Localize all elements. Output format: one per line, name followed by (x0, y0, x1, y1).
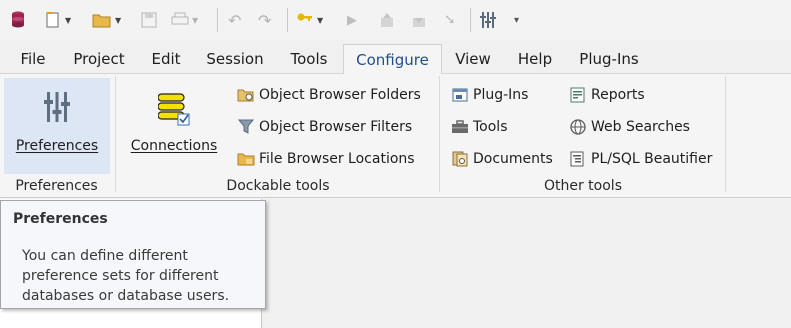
tooltip-line: preference sets for different (22, 268, 219, 284)
preferences-tooltip: Preferences You can define different pre… (0, 200, 266, 309)
plug-ins-button[interactable]: Plug-Ins (451, 83, 528, 107)
object-browser-filters-button[interactable]: Object Browser Filters (237, 115, 412, 139)
object-browser-folders-label: Object Browser Folders (259, 87, 421, 103)
group-separator (725, 76, 726, 192)
preferences-icon (44, 92, 70, 122)
chevron-down-icon[interactable]: ▼ (65, 16, 71, 25)
filter-icon (237, 119, 255, 134)
reports-button[interactable]: Reports (569, 83, 645, 107)
preferences-group-label: Preferences (15, 178, 98, 194)
tab-configure[interactable]: Configure (343, 44, 442, 76)
new-icon (46, 12, 59, 28)
logon-button[interactable]: ▼ (296, 10, 323, 30)
open-folder-icon (92, 14, 111, 28)
file-browser-locations-button[interactable]: File Browser Locations (237, 147, 415, 171)
chevron-down-icon[interactable]: ▼ (115, 16, 121, 25)
plsql-beautifier-label: PL/SQL Beautifier (591, 151, 713, 167)
folder-icon (237, 153, 255, 166)
tab-session[interactable]: Session (196, 44, 274, 74)
tab-tools[interactable]: Tools (279, 44, 339, 74)
ribbon: Preferences Preferences Connections Obje… (0, 74, 791, 198)
customize-icon[interactable] (479, 10, 497, 30)
object-browser-filters-label: Object Browser Filters (259, 119, 413, 135)
chevron-down-icon[interactable]: ▼ (317, 16, 323, 25)
open-button[interactable]: ▼ (92, 10, 121, 30)
plug-in-icon (452, 88, 468, 102)
preferences-button-label: Preferences (15, 138, 99, 154)
redo-icon[interactable]: ↷ (258, 10, 271, 30)
quick-access-toolbar: ▼ ▼ ▼ ↶ ↷ ▼ ▶ ➘ ▾ (0, 0, 791, 40)
tooltip-line: You can define different (22, 248, 188, 264)
new-button[interactable]: ▼ (44, 10, 71, 30)
break-icon[interactable]: ➘ (444, 10, 456, 30)
connections-icon (158, 93, 190, 126)
connections-button-label: Connections (130, 138, 218, 154)
upload-icon[interactable] (379, 10, 395, 30)
tab-help[interactable]: Help (507, 44, 563, 74)
preferences-button[interactable]: Preferences (4, 78, 110, 174)
database-app-icon[interactable] (8, 10, 28, 30)
tools-label: Tools (473, 119, 508, 135)
print-button[interactable]: ▼ (171, 10, 198, 30)
object-browser-folders-button[interactable]: Object Browser Folders (237, 83, 421, 107)
connections-button[interactable]: Connections (120, 78, 228, 174)
web-searches-label: Web Searches (591, 119, 690, 135)
tooltip-body: You can define different preference sets… (22, 246, 229, 306)
reports-label: Reports (591, 87, 645, 103)
toolbox-icon (452, 120, 468, 133)
chevron-down-icon[interactable]: ▼ (192, 16, 198, 25)
dropdown-icon[interactable]: ▾ (514, 10, 519, 30)
file-browser-locations-label: File Browser Locations (259, 151, 415, 167)
group-separator (115, 76, 116, 192)
tab-view[interactable]: View (445, 44, 501, 74)
documents-icon (452, 151, 468, 167)
tools-button[interactable]: Tools (451, 115, 508, 139)
toolbar-separator (470, 8, 471, 32)
folder-search-icon (237, 89, 254, 102)
dockable-tools-group-label: Dockable tools (226, 178, 330, 194)
print-icon (171, 12, 189, 25)
group-separator (439, 76, 440, 192)
globe-icon (570, 119, 586, 135)
tab-plug-ins[interactable]: Plug-Ins (570, 44, 648, 74)
tooltip-line: databases or database users. (22, 288, 230, 304)
documents-button[interactable]: Documents (451, 147, 553, 171)
tooltip-title: Preferences (13, 211, 108, 227)
documents-label: Documents (473, 151, 553, 167)
other-tools-group-label: Other tools (543, 178, 622, 194)
toolbar-separator (217, 8, 218, 32)
save-icon[interactable] (141, 10, 157, 30)
tab-file[interactable]: File (8, 44, 58, 74)
tab-edit[interactable]: Edit (141, 44, 191, 74)
beautifier-icon (570, 151, 584, 167)
tab-project[interactable]: Project (63, 44, 135, 74)
undo-icon[interactable]: ↶ (228, 10, 241, 30)
toolbar-separator (287, 8, 288, 32)
report-icon (570, 87, 585, 103)
plug-ins-label: Plug-Ins (473, 87, 529, 103)
download-icon[interactable] (411, 10, 427, 30)
plsql-beautifier-button[interactable]: PL/SQL Beautifier (569, 147, 712, 171)
execute-icon[interactable]: ▶ (347, 10, 357, 30)
menu-tabs: File Project Edit Session Tools Configur… (0, 40, 791, 76)
web-searches-button[interactable]: Web Searches (569, 115, 690, 139)
key-icon (297, 13, 312, 21)
